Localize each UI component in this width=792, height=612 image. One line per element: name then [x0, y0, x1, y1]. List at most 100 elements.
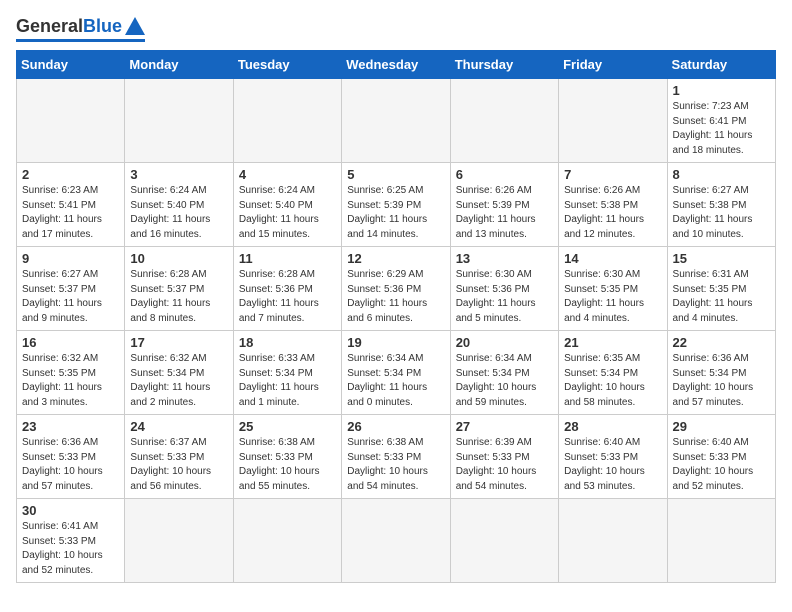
day-header-wednesday: Wednesday [342, 51, 450, 79]
day-number: 19 [347, 335, 444, 350]
day-number: 21 [564, 335, 661, 350]
day-number: 29 [673, 419, 770, 434]
day-number: 22 [673, 335, 770, 350]
calendar-day-cell [342, 499, 450, 583]
calendar-day-cell: 8 Sunrise: 6:27 AM Sunset: 5:38 PM Daylig… [667, 163, 775, 247]
calendar-day-cell: 16Sunrise: 6:32 AM Sunset: 5:35 PM Dayli… [17, 331, 125, 415]
day-info: Sunrise: 6:29 AM Sunset: 5:36 PM Dayligh… [347, 268, 444, 326]
day-number: 13 [456, 251, 553, 266]
calendar-day-cell: 17 Sunrise: 6:32 AM Sunset: 5:34 PM Dayli… [125, 331, 233, 415]
day-info: Sunrise: 6:33 AM Sunset: 5:34 PM Dayligh… [239, 352, 336, 410]
day-number: 28 [564, 419, 661, 434]
day-info: Sunrise: 6:35 AM Sunset: 5:34 PM Dayligh… [564, 352, 661, 410]
day-info: Sunrise: 6:30 AM Sunset: 5:35 PM Dayligh… [564, 268, 661, 326]
logo-triangle-icon [125, 17, 145, 35]
day-info: Sunrise: 6:27 AM Sunset: 5:38 PM Dayligh… [673, 184, 770, 242]
day-number: 11 [239, 251, 336, 266]
day-number: 26 [347, 419, 444, 434]
calendar-week-row: 9 Sunrise: 6:27 AM Sunset: 5:37 PM Daylig… [17, 247, 776, 331]
day-number: 12 [347, 251, 444, 266]
day-info: Sunrise: 6:23 AM Sunset: 5:41 PM Dayligh… [22, 184, 119, 242]
calendar-day-cell: 18 Sunrise: 6:33 AM Sunset: 5:34 PM Dayli… [233, 331, 341, 415]
day-number: 5 [347, 167, 444, 182]
day-header-sunday: Sunday [17, 51, 125, 79]
calendar-day-cell: 12 Sunrise: 6:29 AM Sunset: 5:36 PM Dayli… [342, 247, 450, 331]
day-info: Sunrise: 6:36 AM Sunset: 5:34 PM Dayligh… [673, 352, 770, 410]
day-info: Sunrise: 6:27 AM Sunset: 5:37 PM Dayligh… [22, 268, 119, 326]
day-header-tuesday: Tuesday [233, 51, 341, 79]
day-number: 24 [130, 419, 227, 434]
calendar-day-cell [17, 79, 125, 163]
header: General Blue [16, 16, 776, 42]
logo-general-text: General [16, 16, 83, 37]
calendar-header-row: SundayMondayTuesdayWednesdayThursdayFrid… [17, 51, 776, 79]
calendar-day-cell [667, 499, 775, 583]
calendar-day-cell [233, 499, 341, 583]
day-number: 23 [22, 419, 119, 434]
calendar-day-cell: 27 Sunrise: 6:39 AM Sunset: 5:33 PM Dayli… [450, 415, 558, 499]
calendar-day-cell: 20Sunrise: 6:34 AM Sunset: 5:34 PM Dayli… [450, 331, 558, 415]
day-info: Sunrise: 6:40 AM Sunset: 5:33 PM Dayligh… [564, 436, 661, 494]
day-number: 18 [239, 335, 336, 350]
day-info: Sunrise: 6:30 AM Sunset: 5:36 PM Dayligh… [456, 268, 553, 326]
day-info: Sunrise: 6:31 AM Sunset: 5:35 PM Dayligh… [673, 268, 770, 326]
calendar-day-cell: 26Sunrise: 6:38 AM Sunset: 5:33 PM Dayli… [342, 415, 450, 499]
calendar-day-cell: 14 Sunrise: 6:30 AM Sunset: 5:35 PM Dayli… [559, 247, 667, 331]
calendar-day-cell: 25Sunrise: 6:38 AM Sunset: 5:33 PM Dayli… [233, 415, 341, 499]
calendar-day-cell [450, 499, 558, 583]
calendar-day-cell: 19 Sunrise: 6:34 AM Sunset: 5:34 PM Dayli… [342, 331, 450, 415]
day-number: 9 [22, 251, 119, 266]
calendar-day-cell: 2 Sunrise: 6:23 AM Sunset: 5:41 PM Daylig… [17, 163, 125, 247]
day-number: 15 [673, 251, 770, 266]
calendar-day-cell [125, 499, 233, 583]
day-header-friday: Friday [559, 51, 667, 79]
calendar-day-cell [233, 79, 341, 163]
calendar-day-cell: 23 Sunrise: 6:36 AM Sunset: 5:33 PM Dayli… [17, 415, 125, 499]
calendar-day-cell [450, 79, 558, 163]
calendar-day-cell [125, 79, 233, 163]
day-info: Sunrise: 6:26 AM Sunset: 5:38 PM Dayligh… [564, 184, 661, 242]
calendar-day-cell: 4Sunrise: 6:24 AM Sunset: 5:40 PM Daylig… [233, 163, 341, 247]
day-info: Sunrise: 6:37 AM Sunset: 5:33 PM Dayligh… [130, 436, 227, 494]
calendar-day-cell: 29Sunrise: 6:40 AM Sunset: 5:33 PM Dayli… [667, 415, 775, 499]
calendar-week-row: 23 Sunrise: 6:36 AM Sunset: 5:33 PM Dayli… [17, 415, 776, 499]
calendar-day-cell: 1Sunrise: 7:23 AM Sunset: 6:41 PM Daylig… [667, 79, 775, 163]
calendar-day-cell: 9 Sunrise: 6:27 AM Sunset: 5:37 PM Daylig… [17, 247, 125, 331]
calendar-day-cell [559, 499, 667, 583]
day-number: 20 [456, 335, 553, 350]
calendar-day-cell [559, 79, 667, 163]
day-number: 2 [22, 167, 119, 182]
calendar-week-row: 16Sunrise: 6:32 AM Sunset: 5:35 PM Dayli… [17, 331, 776, 415]
day-number: 1 [673, 83, 770, 98]
calendar-day-cell: 11Sunrise: 6:28 AM Sunset: 5:36 PM Dayli… [233, 247, 341, 331]
calendar: SundayMondayTuesdayWednesdayThursdayFrid… [16, 50, 776, 583]
day-number: 6 [456, 167, 553, 182]
day-number: 10 [130, 251, 227, 266]
calendar-day-cell: 13 Sunrise: 6:30 AM Sunset: 5:36 PM Dayli… [450, 247, 558, 331]
calendar-day-cell: 10 Sunrise: 6:28 AM Sunset: 5:37 PM Dayli… [125, 247, 233, 331]
day-number: 3 [130, 167, 227, 182]
day-info: Sunrise: 6:41 AM Sunset: 5:33 PM Dayligh… [22, 520, 119, 578]
calendar-day-cell [342, 79, 450, 163]
day-number: 8 [673, 167, 770, 182]
day-number: 7 [564, 167, 661, 182]
day-number: 14 [564, 251, 661, 266]
day-info: Sunrise: 6:34 AM Sunset: 5:34 PM Dayligh… [347, 352, 444, 410]
logo: General Blue [16, 16, 145, 42]
day-info: Sunrise: 6:28 AM Sunset: 5:37 PM Dayligh… [130, 268, 227, 326]
day-number: 17 [130, 335, 227, 350]
day-header-thursday: Thursday [450, 51, 558, 79]
day-header-monday: Monday [125, 51, 233, 79]
calendar-week-row: 30Sunrise: 6:41 AM Sunset: 5:33 PM Dayli… [17, 499, 776, 583]
day-number: 25 [239, 419, 336, 434]
calendar-day-cell: 15 Sunrise: 6:31 AM Sunset: 5:35 PM Dayli… [667, 247, 775, 331]
calendar-day-cell: 28 Sunrise: 6:40 AM Sunset: 5:33 PM Dayli… [559, 415, 667, 499]
day-info: Sunrise: 6:32 AM Sunset: 5:34 PM Dayligh… [130, 352, 227, 410]
day-info: Sunrise: 6:39 AM Sunset: 5:33 PM Dayligh… [456, 436, 553, 494]
calendar-day-cell: 22 Sunrise: 6:36 AM Sunset: 5:34 PM Dayli… [667, 331, 775, 415]
calendar-week-row: 2 Sunrise: 6:23 AM Sunset: 5:41 PM Daylig… [17, 163, 776, 247]
day-info: Sunrise: 6:36 AM Sunset: 5:33 PM Dayligh… [22, 436, 119, 494]
calendar-day-cell: 21 Sunrise: 6:35 AM Sunset: 5:34 PM Dayli… [559, 331, 667, 415]
day-number: 27 [456, 419, 553, 434]
calendar-day-cell: 6Sunrise: 6:26 AM Sunset: 5:39 PM Daylig… [450, 163, 558, 247]
